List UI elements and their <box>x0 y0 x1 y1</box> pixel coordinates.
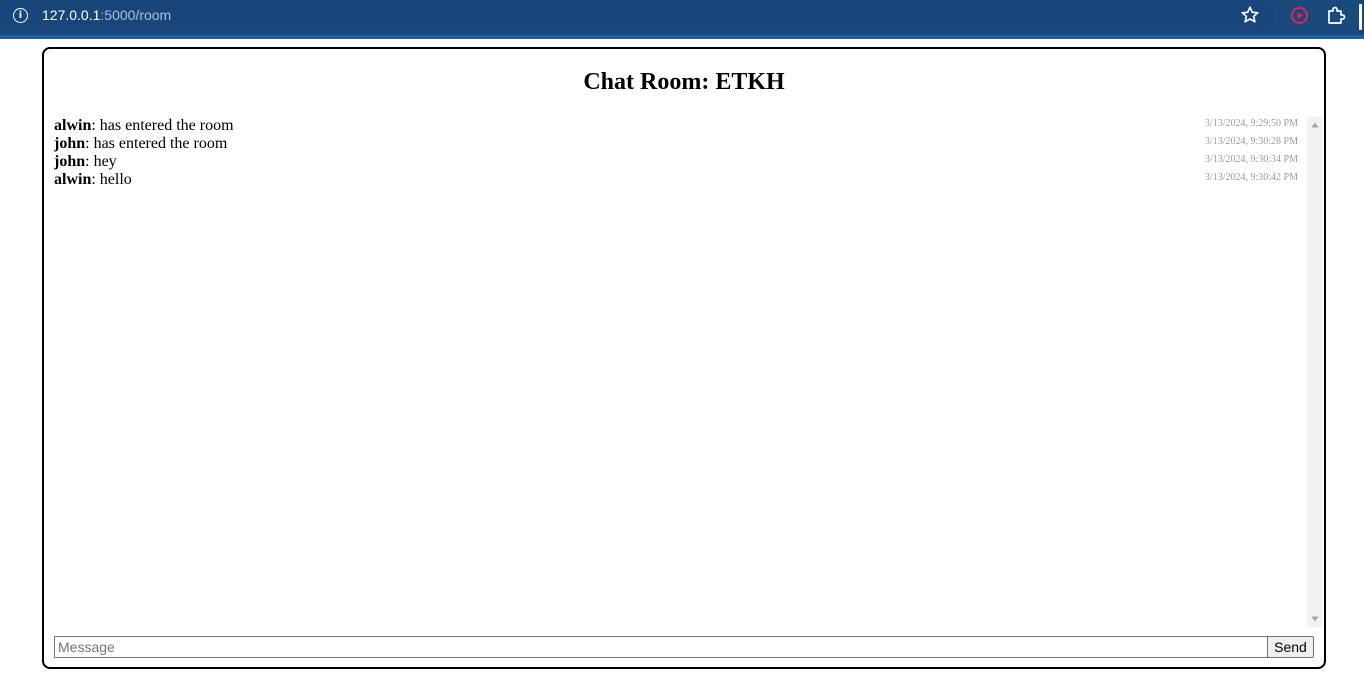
message-item: john: hey 3/13/2024, 9:30:34 PM <box>54 153 1298 171</box>
address-bar[interactable]: i 127.0.0.1:5000/room <box>0 0 1274 31</box>
scroll-down-icon[interactable] <box>1307 613 1322 625</box>
message-text: : has entered the room <box>85 135 228 152</box>
chat-panel: Chat Room: ETKH alwin: has entered the r… <box>42 47 1326 669</box>
message-list[interactable]: alwin: has entered the room 3/13/2024, 9… <box>54 117 1308 627</box>
message-item: john: has entered the room 3/13/2024, 9:… <box>54 135 1298 153</box>
message-author: alwin <box>54 171 92 188</box>
message-scrollbar[interactable] <box>1307 117 1322 627</box>
toolbar-edge <box>1359 4 1362 30</box>
message-author: john <box>54 153 86 170</box>
scroll-up-icon[interactable] <box>1307 119 1322 131</box>
message-text: : hello <box>91 171 132 188</box>
message-item: alwin: hello 3/13/2024, 9:30:42 PM <box>54 171 1298 189</box>
message-timestamp: 3/13/2024, 9:30:34 PM <box>1204 154 1298 165</box>
info-icon[interactable]: i <box>13 8 28 23</box>
url-host: 127.0.0.1 <box>42 7 101 23</box>
message-text: : hey <box>85 153 117 170</box>
star-icon[interactable] <box>1240 5 1260 25</box>
send-button[interactable]: Send <box>1267 636 1314 658</box>
puzzle-icon[interactable] <box>1326 5 1346 25</box>
message-timestamp: 3/13/2024, 9:30:28 PM <box>1204 136 1298 147</box>
message-input[interactable] <box>54 636 1268 658</box>
message-timestamp: 3/13/2024, 9:29:50 PM <box>1204 118 1298 129</box>
message-author: alwin <box>54 117 92 134</box>
url-path: :5000/room <box>100 7 172 23</box>
url-text[interactable]: 127.0.0.1:5000/room <box>42 7 171 23</box>
room-title: Chat Room: ETKH <box>583 69 785 95</box>
message-item: alwin: has entered the room 3/13/2024, 9… <box>54 117 1298 135</box>
message-author: john <box>54 135 86 152</box>
browser-toolbar: i 127.0.0.1:5000/room <box>0 0 1364 39</box>
ext-record-icon[interactable] <box>1290 6 1309 25</box>
message-timestamp: 3/13/2024, 9:30:42 PM <box>1204 172 1298 183</box>
message-text: : has entered the room <box>91 117 234 134</box>
